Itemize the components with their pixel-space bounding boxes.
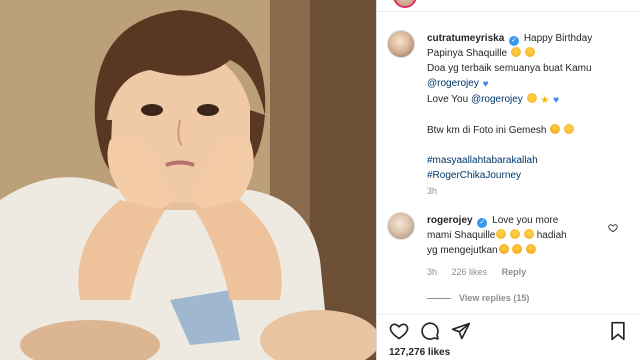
caption-line-3: Doa yg terbaik semuanya buat Kamu <box>427 63 592 74</box>
bookmark-icon[interactable] <box>608 321 628 341</box>
caption-hashtag-2[interactable]: #RogerChikaJourney <box>427 168 637 183</box>
emoji-blue-heart-icon: ♥ <box>482 79 489 90</box>
comment-text-3: hadiah <box>536 230 567 241</box>
likes-count[interactable]: 127,276 likes <box>389 347 450 358</box>
emoji-smile-icon <box>523 229 534 239</box>
emoji-smile-icon <box>496 229 507 239</box>
caption-line-7: Btw km di Foto ini Gemesh <box>427 125 547 136</box>
caption-username[interactable]: cutratumeyriska <box>427 33 504 44</box>
comment-username[interactable]: rogerojey <box>427 215 473 226</box>
emoji-party-face-icon <box>510 47 521 57</box>
comment-meta: 3h 226 likes Reply <box>427 267 538 277</box>
caption-love-you: Love You <box>427 94 469 105</box>
comment-timestamp[interactable]: 3h <box>427 267 437 277</box>
emoji-smile-icon <box>510 229 521 239</box>
caption-line-2: Papinya Shaquille <box>427 48 508 59</box>
comment-text-4: yg mengejutkan <box>427 245 498 256</box>
caption-avatar[interactable] <box>387 30 415 58</box>
header-avatar[interactable] <box>393 0 417 8</box>
caption-timestamp[interactable]: 3h <box>427 184 437 199</box>
emoji-sun-icon <box>526 93 537 103</box>
post-header <box>377 0 640 12</box>
paper-plane-icon[interactable] <box>451 321 471 341</box>
post-caption: cutratumeyriska ✓ Happy Birthday Papinya… <box>427 31 637 196</box>
emoji-heart-eyes-icon <box>550 124 561 134</box>
caption-line-1: Happy Birthday <box>523 33 593 44</box>
comment-avatar[interactable] <box>387 212 415 240</box>
emoji-heart-eyes-icon <box>498 244 509 254</box>
post-photo[interactable] <box>0 0 376 360</box>
child-photo-illustration <box>0 0 376 360</box>
comment-likes[interactable]: 226 likes <box>452 267 488 277</box>
caption-mention-2[interactable]: @rogerojey <box>471 94 523 105</box>
post-details-panel: cutratumeyriska ✓ Happy Birthday Papinya… <box>377 0 640 360</box>
comment-like-heart-icon[interactable] <box>608 223 618 233</box>
heart-icon[interactable] <box>389 321 409 341</box>
comment-icon[interactable] <box>420 321 440 341</box>
emoji-smile-icon <box>524 47 535 57</box>
emoji-heart-eyes-icon <box>526 244 537 254</box>
emoji-blue-heart-icon: ♥ <box>553 95 560 106</box>
emoji-star-icon: ★ <box>540 95 550 106</box>
view-replies-line <box>427 298 451 300</box>
emoji-heart-eyes-icon <box>512 244 523 254</box>
comment: rogerojey ✓ Love you more mami Shaquille… <box>427 213 617 258</box>
verified-badge-icon: ✓ <box>509 36 520 46</box>
view-replies-label: View replies (15) <box>459 293 530 303</box>
caption-mention-1[interactable]: @rogerojey <box>427 78 479 89</box>
comment-text-1: Love you more <box>492 215 559 226</box>
view-replies-button[interactable]: View replies (15) <box>427 293 529 303</box>
comment-reply-button[interactable]: Reply <box>502 267 527 277</box>
comment-text-2: mami Shaquille <box>427 230 496 241</box>
emoji-smile-icon <box>564 124 575 134</box>
actions-separator <box>377 314 640 315</box>
caption-hashtag-1[interactable]: #masyaallahtabarakallah <box>427 153 637 168</box>
verified-badge-icon: ✓ <box>477 218 488 228</box>
